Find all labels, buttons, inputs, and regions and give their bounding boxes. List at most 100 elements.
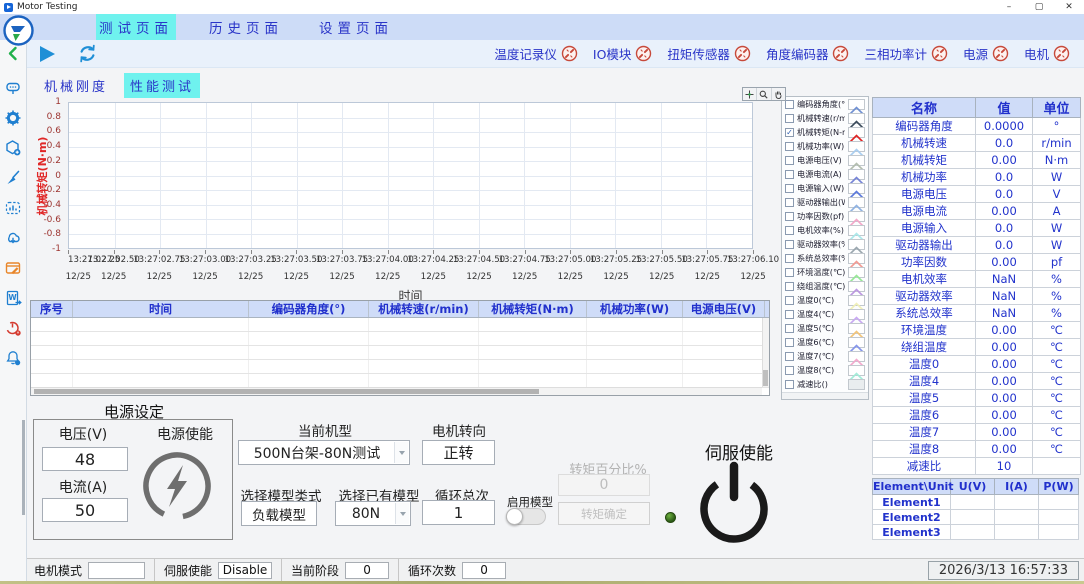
samples-column-header[interactable]: 时间	[73, 301, 249, 317]
cycle-chart-icon[interactable]	[4, 199, 22, 217]
link-broken-icon[interactable]	[1053, 45, 1070, 62]
signal-checkbox[interactable]	[785, 380, 794, 389]
samples-column-header[interactable]: 电源电流(A)	[765, 301, 770, 317]
signal-item-9[interactable]: 功率因数(pf)	[782, 209, 868, 223]
signal-item-4[interactable]: 机械功率(W)	[782, 139, 868, 153]
power-enable-button[interactable]	[136, 448, 218, 528]
start-test-button[interactable]	[35, 42, 59, 66]
signal-checkbox[interactable]	[785, 142, 794, 151]
signal-checkbox[interactable]	[785, 352, 794, 361]
enable-model-toggle[interactable]	[506, 508, 546, 525]
signal-item-20[interactable]: 温度8(℃)	[782, 363, 868, 377]
device-status-4[interactable]: 角度编码器	[766, 44, 850, 63]
sidebar-scrollbar[interactable]	[22, 420, 25, 515]
clean-broom-icon[interactable]	[4, 169, 22, 187]
cursor-tool-icon[interactable]	[743, 88, 757, 100]
model-type-value[interactable]: 负载模型	[241, 501, 317, 526]
signal-item-19[interactable]: 温度7(℃)	[782, 349, 868, 363]
word-export-icon[interactable]: W	[4, 289, 22, 307]
signal-checkbox[interactable]	[785, 268, 794, 277]
torque-confirm-button[interactable]: 转矩确定	[558, 502, 650, 525]
signal-item-6[interactable]: 电源电流(A)	[782, 167, 868, 181]
signal-item-15[interactable]: 温度0(℃)	[782, 293, 868, 307]
link-broken-icon[interactable]	[832, 45, 849, 62]
signal-checkbox[interactable]	[785, 226, 794, 235]
connector-icon[interactable]	[4, 79, 22, 97]
signal-list-scrollbar[interactable]	[782, 392, 868, 399]
signal-item-11[interactable]: 驱动器效率(%)	[782, 237, 868, 251]
signal-checkbox[interactable]	[785, 170, 794, 179]
signal-checkbox[interactable]: ✓	[785, 128, 794, 137]
signal-checkbox[interactable]	[785, 198, 794, 207]
signal-item-18[interactable]: 温度6(℃)	[782, 335, 868, 349]
record-edit-icon[interactable]	[4, 259, 22, 277]
settings-gear-icon[interactable]	[4, 109, 22, 127]
tab-2[interactable]: 性能测试	[124, 73, 200, 98]
device-status-5[interactable]: 三相功率计	[864, 44, 948, 63]
signal-item-17[interactable]: 温度5(℃)	[782, 321, 868, 335]
device-status-7[interactable]: 电机	[1024, 44, 1070, 63]
link-broken-icon[interactable]	[931, 45, 948, 62]
menu-item-1[interactable]: 测试页面	[96, 14, 176, 40]
signal-item-8[interactable]: 驱动器输出(W)	[782, 195, 868, 209]
signal-item-16[interactable]: 温度4(℃)	[782, 307, 868, 321]
samples-column-header[interactable]: 机械转矩(N·m)	[479, 301, 587, 317]
chevron-down-icon[interactable]	[395, 503, 409, 524]
tab-1[interactable]: 机械刚度	[38, 73, 114, 98]
cloud-download-icon[interactable]	[4, 229, 22, 247]
voltage-input[interactable]: 48	[42, 447, 128, 471]
signal-checkbox[interactable]	[785, 282, 794, 291]
signal-checkbox[interactable]	[785, 156, 794, 165]
signal-checkbox[interactable]	[785, 366, 794, 375]
device-status-6[interactable]: 电源	[963, 44, 1009, 63]
samples-column-header[interactable]: 机械功率(W)	[587, 301, 683, 317]
device-status-1[interactable]: 温度记录仪	[494, 44, 578, 63]
samples-column-header[interactable]: 机械转速(r/min)	[369, 301, 479, 317]
samples-vertical-scrollbar[interactable]	[762, 318, 769, 387]
torque-percent-input[interactable]: 0	[558, 474, 650, 496]
signal-item-5[interactable]: 电源电压(V)	[782, 153, 868, 167]
menu-item-3[interactable]: 设置页面	[316, 14, 396, 40]
link-broken-icon[interactable]	[734, 45, 751, 62]
samples-column-header[interactable]: 序号	[31, 301, 73, 317]
signal-checkbox[interactable]	[785, 254, 794, 263]
signal-checkbox[interactable]	[785, 324, 794, 333]
signal-item-21[interactable]: 减速比()	[782, 377, 868, 391]
close-button[interactable]: ✕	[1054, 0, 1084, 14]
signal-item-13[interactable]: 环境温度(℃)	[782, 265, 868, 279]
samples-column-header[interactable]: 电源电压(V)	[683, 301, 765, 317]
signal-checkbox[interactable]	[785, 240, 794, 249]
alarm-config-icon[interactable]	[4, 349, 22, 367]
signal-checkbox[interactable]	[785, 212, 794, 221]
menu-item-2[interactable]: 历史页面	[206, 14, 286, 40]
samples-column-header[interactable]: 编码器角度(°)	[249, 301, 369, 317]
motor-direction-value[interactable]: 正转	[422, 440, 495, 465]
signal-item-14[interactable]: 绕组温度(℃)	[782, 279, 868, 293]
link-broken-icon[interactable]	[561, 45, 578, 62]
samples-horizontal-scrollbar[interactable]	[31, 387, 762, 395]
power-alarm-icon[interactable]	[4, 319, 22, 337]
chart-plot-area[interactable]	[68, 102, 753, 249]
signal-item-2[interactable]: 机械转速(r/min)	[782, 111, 868, 125]
signal-checkbox[interactable]	[785, 296, 794, 305]
existing-model-select[interactable]: 80N	[335, 501, 411, 526]
signal-item-3[interactable]: ✓机械转矩(N-m)	[782, 125, 868, 139]
zoom-tool-icon[interactable]	[757, 88, 771, 100]
minimize-button[interactable]: –	[994, 0, 1024, 14]
module-add-icon[interactable]	[4, 139, 22, 157]
device-status-3[interactable]: 扭矩传感器	[667, 44, 751, 63]
device-status-2[interactable]: IO模块	[593, 44, 653, 63]
signal-item-7[interactable]: 电源输入(W)	[782, 181, 868, 195]
signal-item-10[interactable]: 电机效率(%)	[782, 223, 868, 237]
signal-checkbox[interactable]	[785, 114, 794, 123]
signal-item-1[interactable]: 编码器角度(°)	[782, 97, 868, 111]
refresh-button[interactable]	[75, 42, 99, 66]
pan-tool-icon[interactable]	[772, 88, 785, 100]
chevron-down-icon[interactable]	[394, 442, 408, 463]
signal-checkbox[interactable]	[785, 100, 794, 109]
cycle-total-input[interactable]: 1	[422, 500, 495, 525]
signal-checkbox[interactable]	[785, 310, 794, 319]
link-broken-icon[interactable]	[992, 45, 1009, 62]
current-input[interactable]: 50	[42, 498, 128, 522]
signal-item-12[interactable]: 系统总效率(%)	[782, 251, 868, 265]
